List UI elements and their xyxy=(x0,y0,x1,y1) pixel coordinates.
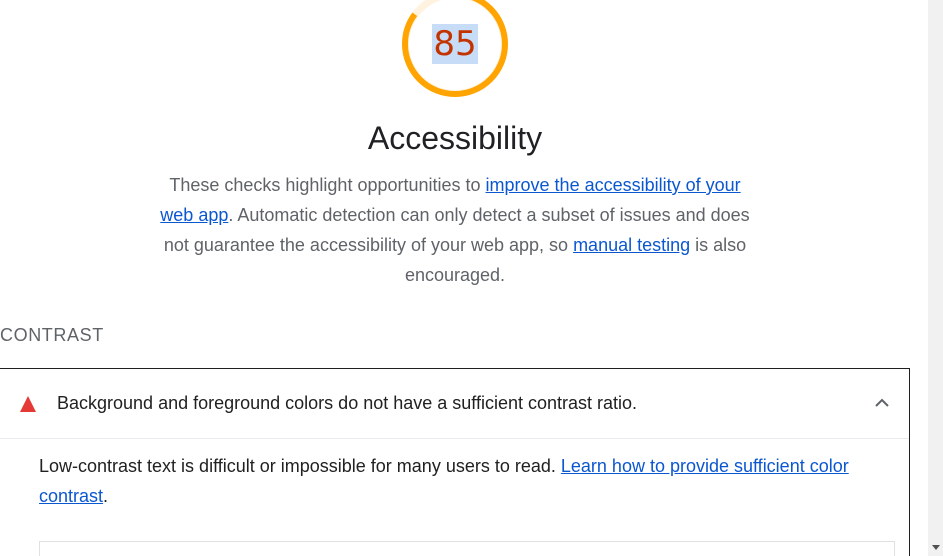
manual-testing-link[interactable]: manual testing xyxy=(573,235,690,255)
group-title: CONTRAST xyxy=(0,325,104,345)
fail-triangle-icon xyxy=(20,396,36,412)
description-text-1: These checks highlight opportunities to xyxy=(169,175,486,195)
chevron-up-icon[interactable] xyxy=(872,395,892,411)
category-description: These checks highlight opportunities to … xyxy=(158,170,752,290)
report-content: 85 Accessibility These checks highlight … xyxy=(0,0,928,556)
category-title: Accessibility xyxy=(367,120,543,156)
score-value: 85 xyxy=(399,20,511,68)
audit-description: Low-contrast text is difficult or imposs… xyxy=(39,451,879,511)
page: 85 Accessibility These checks highlight … xyxy=(0,0,943,556)
audit-details-table xyxy=(39,541,895,556)
audit-header[interactable]: Background and foreground colors do not … xyxy=(0,369,909,439)
audit-title: Background and foreground colors do not … xyxy=(57,393,638,413)
audit-description-end: . xyxy=(103,486,109,506)
score-gauge: 85 xyxy=(399,0,511,100)
scroll-down-arrow-icon[interactable] xyxy=(932,545,940,550)
score-number: 85 xyxy=(432,24,478,64)
vertical-scrollbar[interactable] xyxy=(928,0,943,556)
audit-description-text: Low-contrast text is difficult or imposs… xyxy=(39,456,561,476)
